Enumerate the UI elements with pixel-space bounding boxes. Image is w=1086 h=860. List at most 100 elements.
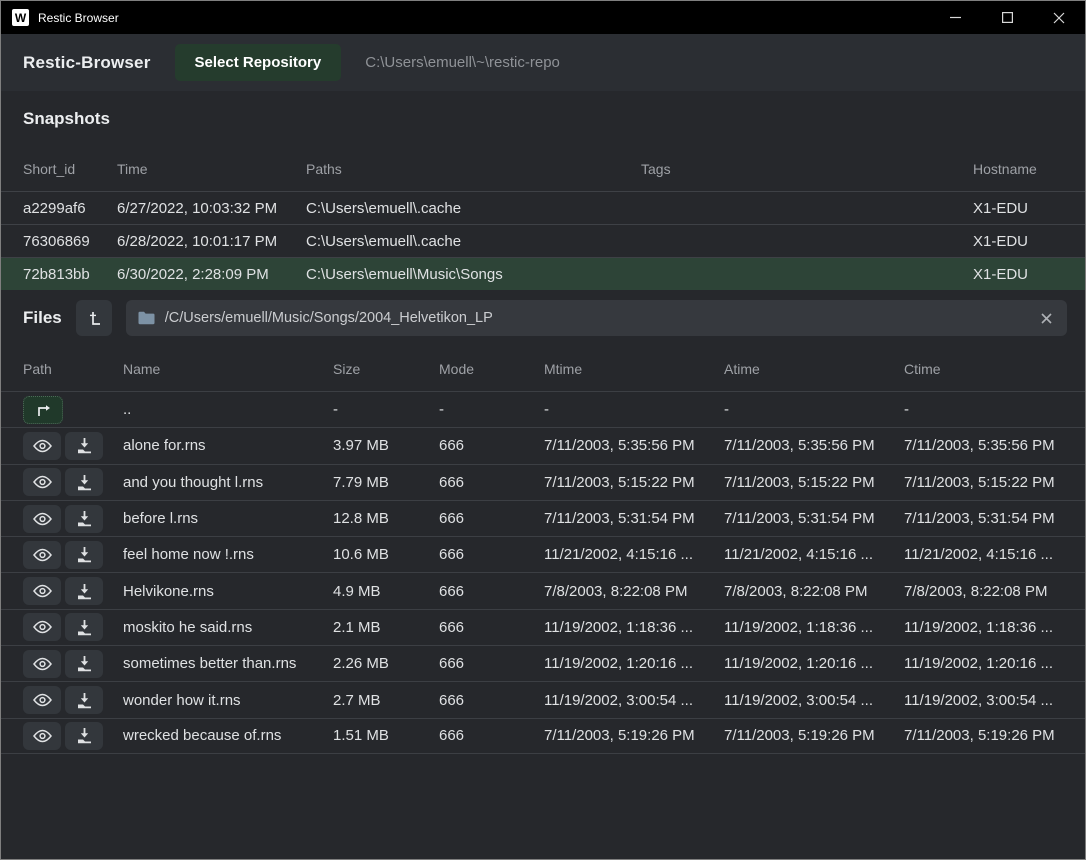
file-ctime: 7/11/2003, 5:35:56 PM — [904, 437, 1063, 454]
column-header-mtime: Mtime — [544, 361, 724, 377]
snapshots-table-header: Short_id Time Paths Tags Hostname — [1, 147, 1085, 191]
preview-file-button[interactable] — [23, 722, 61, 750]
download-file-button[interactable] — [65, 722, 103, 750]
download-file-button[interactable] — [65, 650, 103, 678]
file-atime: - — [724, 401, 904, 418]
column-header-mode: Mode — [439, 361, 544, 377]
file-atime: 7/11/2003, 5:19:26 PM — [724, 727, 904, 744]
download-icon — [76, 437, 93, 454]
snapshot-row[interactable]: a2299af6 6/27/2022, 10:03:32 PM C:\Users… — [1, 191, 1085, 224]
file-ctime: 11/21/2002, 4:15:16 ... — [904, 546, 1063, 563]
file-size: 3.97 MB — [333, 437, 439, 454]
download-file-button[interactable] — [65, 432, 103, 460]
row-actions — [23, 505, 123, 533]
eye-icon — [33, 439, 52, 453]
snapshot-hostname: X1-EDU — [973, 266, 1063, 283]
row-actions — [23, 650, 123, 678]
file-size: 2.26 MB — [333, 655, 439, 672]
minimize-icon — [950, 12, 961, 23]
file-atime: 7/11/2003, 5:35:56 PM — [724, 437, 904, 454]
minimize-button[interactable] — [929, 1, 981, 34]
eye-icon — [33, 693, 52, 707]
column-header-time: Time — [117, 161, 306, 177]
file-size: 2.7 MB — [333, 692, 439, 709]
preview-file-button[interactable] — [23, 468, 61, 496]
snapshot-row[interactable]: 76306869 6/28/2022, 10:01:17 PM C:\Users… — [1, 224, 1085, 257]
row-actions — [23, 686, 123, 714]
row-actions — [23, 577, 123, 605]
eye-icon — [33, 584, 52, 598]
snapshot-row-selected[interactable]: 72b813bb 6/30/2022, 2:28:09 PM C:\Users\… — [1, 257, 1085, 290]
select-repository-button[interactable]: Select Repository — [175, 44, 342, 81]
preview-file-button[interactable] — [23, 650, 61, 678]
file-atime: 11/19/2002, 3:00:54 ... — [724, 692, 904, 709]
file-row: Helvikone.rns 4.9 MB 666 7/8/2003, 8:22:… — [1, 572, 1085, 608]
file-name: alone for.rns — [123, 437, 333, 454]
file-mode: 666 — [439, 655, 544, 672]
file-row: before l.rns 12.8 MB 666 7/11/2003, 5:31… — [1, 500, 1085, 536]
download-file-button[interactable] — [65, 686, 103, 714]
download-icon — [76, 619, 93, 636]
download-file-button[interactable] — [65, 613, 103, 641]
dump-snapshot-button[interactable] — [76, 300, 112, 336]
file-size: 4.9 MB — [333, 583, 439, 600]
file-atime: 7/11/2003, 5:15:22 PM — [724, 474, 904, 491]
row-actions — [23, 541, 123, 569]
row-actions — [23, 613, 123, 641]
preview-file-button[interactable] — [23, 541, 61, 569]
file-mtime: 11/21/2002, 4:15:16 ... — [544, 546, 724, 563]
download-file-button[interactable] — [65, 468, 103, 496]
maximize-button[interactable] — [981, 1, 1033, 34]
preview-file-button[interactable] — [23, 577, 61, 605]
file-ctime: 7/8/2003, 8:22:08 PM — [904, 583, 1063, 600]
file-mode: 666 — [439, 546, 544, 563]
file-name[interactable]: .. — [123, 401, 333, 418]
file-name: wrecked because of.rns — [123, 727, 333, 744]
clear-path-icon — [1040, 312, 1053, 325]
column-header-size: Size — [333, 361, 439, 377]
column-header-tags: Tags — [641, 161, 973, 177]
file-row: feel home now !.rns 10.6 MB 666 11/21/20… — [1, 536, 1085, 572]
preview-file-button[interactable] — [23, 505, 61, 533]
file-mtime: 11/19/2002, 3:00:54 ... — [544, 692, 724, 709]
go-up-directory-button[interactable] — [23, 396, 63, 424]
maximize-icon — [1002, 12, 1013, 23]
download-file-button[interactable] — [65, 577, 103, 605]
app-window: W Restic Browser Restic-Browser Select R… — [0, 0, 1086, 860]
wails-logo-icon: W — [12, 9, 29, 26]
column-header-path: Path — [23, 361, 123, 377]
preview-file-button[interactable] — [23, 686, 61, 714]
folder-icon — [138, 311, 155, 325]
download-file-button[interactable] — [65, 505, 103, 533]
preview-file-button[interactable] — [23, 613, 61, 641]
close-button[interactable] — [1033, 1, 1085, 34]
download-icon — [76, 510, 93, 527]
download-file-button[interactable] — [65, 541, 103, 569]
current-path-box[interactable]: /C/Users/emuell/Music/Songs/2004_Helveti… — [126, 300, 1067, 336]
snapshot-hostname: X1-EDU — [973, 233, 1063, 250]
download-icon — [76, 474, 93, 491]
file-mtime: - — [544, 401, 724, 418]
repository-path: C:\Users\emuell\~\restic-repo — [365, 54, 560, 71]
file-ctime: 11/19/2002, 1:20:16 ... — [904, 655, 1063, 672]
row-actions — [23, 722, 123, 750]
snapshot-paths: C:\Users\emuell\.cache — [306, 200, 641, 217]
column-header-name: Name — [123, 361, 333, 377]
snapshots-heading: Snapshots — [1, 91, 1085, 147]
file-size: 1.51 MB — [333, 727, 439, 744]
file-mode: 666 — [439, 583, 544, 600]
clear-path-button[interactable] — [1038, 310, 1055, 327]
dump-snapshot-icon — [85, 309, 103, 327]
file-ctime: 11/19/2002, 3:00:54 ... — [904, 692, 1063, 709]
file-atime: 11/21/2002, 4:15:16 ... — [724, 546, 904, 563]
eye-icon — [33, 475, 52, 489]
file-atime: 11/19/2002, 1:20:16 ... — [724, 655, 904, 672]
titlebar: W Restic Browser — [1, 1, 1085, 34]
preview-file-button[interactable] — [23, 432, 61, 460]
column-header-ctime: Ctime — [904, 361, 1063, 377]
snapshot-short-id: 72b813bb — [23, 266, 117, 283]
snapshot-paths: C:\Users\emuell\.cache — [306, 233, 641, 250]
snapshot-time: 6/30/2022, 2:28:09 PM — [117, 266, 306, 283]
file-ctime: - — [904, 401, 1063, 418]
titlebar-left: W Restic Browser — [1, 9, 119, 26]
